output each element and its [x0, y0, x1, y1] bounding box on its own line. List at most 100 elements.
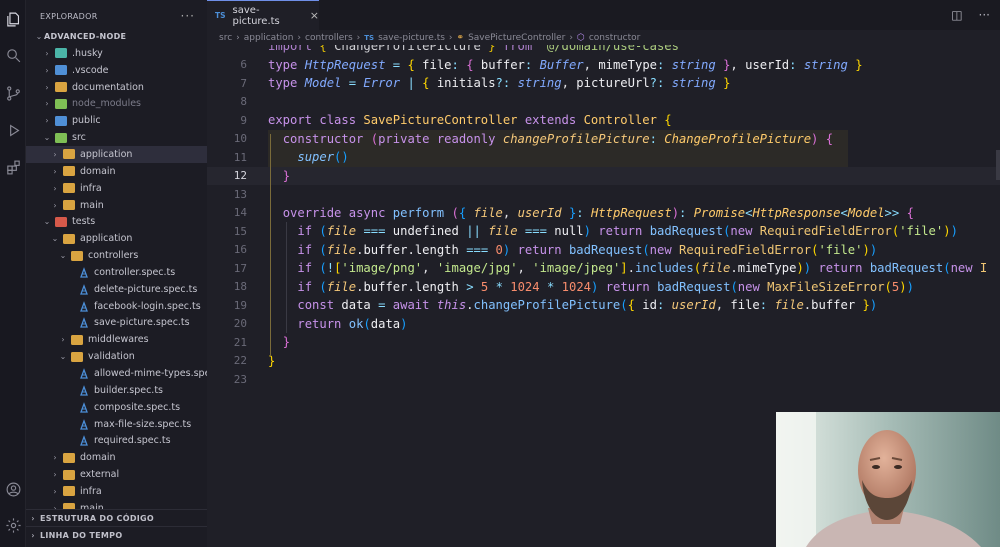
code-line[interactable]: 22} [207, 352, 1000, 371]
tree-item-label: domain [80, 165, 116, 177]
code-line[interactable]: 16 if (file.buffer.length === 0) return … [207, 241, 1000, 260]
source-control-icon[interactable] [0, 80, 26, 106]
file-item[interactable]: controller.spec.ts [26, 264, 207, 281]
code-line[interactable]: 6 type HttpRequest = { file: { buffer: Bu… [207, 56, 1000, 75]
code-text: constructor (private readonly changeProf… [282, 131, 834, 146]
code-line[interactable]: 20 return ok(data) [207, 315, 1000, 334]
folder-item[interactable]: › external [26, 466, 207, 483]
code-line[interactable]: import { ChangeProfilePicture } from '@/… [207, 45, 1000, 56]
folder-icon [55, 115, 67, 126]
file-item[interactable]: max-file-size.spec.ts [26, 416, 207, 433]
code-line[interactable]: 21 } [207, 333, 1000, 352]
line-number: 15 [233, 224, 247, 238]
tree-item-label: infra [80, 485, 102, 497]
code-line[interactable]: 23 [207, 370, 1000, 389]
close-icon[interactable]: × [310, 9, 319, 22]
folder-item[interactable]: › main [26, 197, 207, 214]
tree-item-label: middlewares [88, 334, 149, 346]
timeline-section[interactable]: › LINHA DO TEMPO [26, 526, 207, 543]
workspace-root[interactable]: ⌄ ADVANCED-NODE [26, 28, 207, 45]
code-line[interactable]: 9 export class SavePictureController exte… [207, 111, 1000, 130]
code-line[interactable]: 10 constructor (private readonly changeP… [207, 130, 1000, 149]
line-number: 23 [233, 372, 247, 386]
folder-item[interactable]: › infra [26, 483, 207, 500]
code-text: if (!['image/png', 'image/jpg', 'image/j… [297, 261, 988, 276]
extensions-icon[interactable] [0, 154, 26, 180]
folder-item[interactable]: ⌄ tests [26, 213, 207, 230]
folder-item[interactable]: ⌄ src [26, 129, 207, 146]
chevron-down-icon: ⌄ [35, 32, 43, 41]
line-number: 22 [233, 354, 247, 368]
folder-icon [63, 233, 75, 244]
code-line[interactable]: 12 } [207, 166, 1000, 185]
code-line[interactable]: 11 super() [207, 148, 1000, 167]
more-actions-icon[interactable]: ··· [181, 9, 195, 23]
scrollbar[interactable] [996, 150, 1000, 180]
test-file-icon [79, 267, 89, 278]
explorer-sidebar: EXPLORADOR ··· ⌄ ADVANCED-NODE › .husky › .vs… [26, 0, 207, 547]
folder-item[interactable]: › infra [26, 180, 207, 197]
file-item[interactable]: composite.spec.ts [26, 399, 207, 416]
chevron-down-icon: ⌄ [51, 234, 59, 244]
file-item[interactable]: save-picture.spec.ts [26, 314, 207, 331]
breadcrumb-file[interactable]: save-picture.ts [378, 33, 445, 43]
file-item[interactable]: required.spec.ts [26, 432, 207, 449]
settings-gear-icon[interactable] [0, 512, 26, 538]
activity-bar [0, 0, 26, 547]
code-line[interactable]: 7 type Model = Error | { initials?: strin… [207, 74, 1000, 93]
folder-item[interactable]: ⌄ application [26, 230, 207, 247]
chevron-right-icon: › [53, 200, 57, 210]
more-actions-icon[interactable]: ··· [979, 8, 990, 22]
webcam-overlay [776, 412, 1000, 547]
chevron-down-icon: ⌄ [43, 217, 51, 227]
file-item[interactable]: builder.spec.ts [26, 382, 207, 399]
chevron-right-icon: › [297, 32, 302, 43]
tree-item-label: controller.spec.ts [94, 266, 176, 278]
code-line[interactable]: 17 if (!['image/png', 'image/jpg', 'imag… [207, 259, 1000, 278]
explorer-icon[interactable] [0, 6, 26, 32]
split-editor-icon[interactable]: ◫ [951, 8, 962, 22]
test-file-icon [79, 283, 89, 295]
outline-section[interactable]: › ESTRUTURA DO CÓDIGO [26, 509, 207, 526]
code-line[interactable]: 14 override async perform ({ file, userI… [207, 204, 1000, 223]
tree-item-label: composite.spec.ts [94, 401, 181, 413]
chevron-right-icon: › [236, 32, 240, 43]
folder-item[interactable]: › .vscode [26, 62, 207, 79]
folder-item[interactable]: › middlewares [26, 331, 207, 348]
breadcrumb-member[interactable]: constructor [589, 33, 640, 43]
breadcrumb-controllers[interactable]: controllers [305, 33, 353, 43]
code-line[interactable]: 15 if (file === undefined || file === nu… [207, 222, 1000, 241]
folder-item[interactable]: › public [26, 112, 207, 129]
breadcrumb-application[interactable]: application [244, 33, 294, 43]
folder-item[interactable]: ⌄ validation [26, 348, 207, 365]
breadcrumb-class[interactable]: SavePictureController [468, 33, 565, 43]
folder-item[interactable]: › domain [26, 163, 207, 180]
folder-item[interactable]: › documentation [26, 79, 207, 96]
folder-item[interactable]: › domain [26, 449, 207, 466]
typescript-file-icon: TS [364, 33, 375, 42]
run-debug-icon[interactable] [0, 117, 26, 143]
folder-item[interactable]: ⌄ controllers [26, 247, 207, 264]
tab-label: save-picture.ts [232, 4, 280, 27]
file-item[interactable]: facebook-login.spec.ts [26, 298, 207, 315]
code-line[interactable]: 13 [207, 185, 1000, 204]
search-icon[interactable] [0, 42, 26, 68]
chevron-right-icon: › [53, 453, 57, 463]
chevron-right-icon: › [45, 99, 49, 109]
file-item[interactable]: delete-picture.spec.ts [26, 281, 207, 298]
tab-save-picture[interactable]: TS save-picture.ts × [207, 0, 319, 30]
account-icon[interactable] [0, 476, 26, 502]
folder-item[interactable]: › application [26, 145, 207, 163]
code-text: if (file.buffer.length > 5 * 1024 * 1024… [297, 279, 914, 294]
tree-item-label: application [80, 233, 133, 245]
folder-item[interactable]: › node_modules [26, 95, 207, 112]
folder-item[interactable]: › .husky [26, 45, 207, 62]
folder-icon [63, 183, 75, 194]
code-line[interactable]: 18 if (file.buffer.length > 5 * 1024 * 1… [207, 278, 1000, 297]
chevron-down-icon: ⌄ [59, 251, 67, 261]
breadcrumb-src[interactable]: src [219, 33, 232, 43]
file-item[interactable]: allowed-mime-types.spe... [26, 365, 207, 382]
code-line[interactable]: 8 [207, 93, 1000, 112]
code-line[interactable]: 19 const data = await this.changeProfile… [207, 296, 1000, 315]
timeline-section-label: LINHA DO TEMPO [40, 530, 123, 540]
